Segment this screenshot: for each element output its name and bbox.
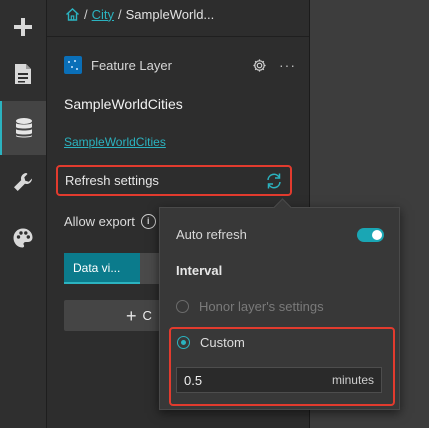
interval-input-wrapper: minutes <box>176 367 382 393</box>
divider <box>47 36 309 37</box>
interval-unit: minutes <box>331 373 374 387</box>
wrench-icon <box>14 172 33 191</box>
add-tool-button[interactable] <box>0 0 46 54</box>
settings-tool-button[interactable] <box>0 155 46 209</box>
breadcrumb-city-link[interactable]: City <box>92 7 114 22</box>
layer-name: SampleWorldCities <box>64 96 183 112</box>
feature-layer-icon <box>64 56 82 74</box>
page-icon <box>15 64 31 84</box>
info-icon[interactable]: i <box>140 214 156 229</box>
layer-source-link[interactable]: SampleWorldCities <box>64 135 166 149</box>
layer-header: Feature Layer ··· <box>64 55 296 75</box>
layer-actions: ··· <box>252 57 296 73</box>
auto-refresh-row: Auto refresh <box>176 227 384 242</box>
breadcrumb: / City / SampleWorld... <box>65 5 214 23</box>
allow-export-row: Allow export i <box>64 214 156 229</box>
interval-value-input[interactable] <box>184 372 294 388</box>
interval-title: Interval <box>176 263 223 278</box>
breadcrumb-separator: / <box>118 6 122 22</box>
data-tool-button[interactable] <box>0 101 46 155</box>
custom-radio[interactable] <box>177 336 190 349</box>
custom-option[interactable]: Custom <box>177 335 245 350</box>
custom-interval-box: Custom minutes <box>169 327 395 406</box>
home-icon[interactable] <box>65 7 80 22</box>
theme-tool-button[interactable] <box>0 211 46 265</box>
view-tabs: Data vi... <box>64 253 160 284</box>
honor-settings-radio[interactable] <box>176 300 189 313</box>
toggle-knob <box>372 229 382 240</box>
page-tool-button[interactable] <box>0 47 46 101</box>
breadcrumb-separator: / <box>84 6 88 22</box>
add-view-button[interactable]: + C <box>64 300 160 331</box>
plus-icon: + <box>126 305 137 326</box>
add-view-label: C <box>142 308 152 323</box>
refresh-icon[interactable] <box>265 172 283 190</box>
allow-export-label: Allow export <box>64 214 135 229</box>
palette-icon <box>13 228 33 248</box>
honor-settings-label: Honor layer's settings <box>199 299 324 314</box>
breadcrumb-current: SampleWorld... <box>125 6 215 22</box>
refresh-settings-popover: Auto refresh Interval Honor layer's sett… <box>159 198 400 410</box>
tool-rail <box>0 0 47 428</box>
plus-icon <box>14 18 32 36</box>
layer-type-label: Feature Layer <box>91 57 172 73</box>
refresh-settings-label: Refresh settings <box>65 173 159 188</box>
auto-refresh-label: Auto refresh <box>176 227 247 242</box>
custom-label: Custom <box>200 335 245 350</box>
tab-data-view[interactable]: Data vi... <box>64 253 140 284</box>
gear-icon[interactable] <box>252 58 267 73</box>
refresh-settings-row[interactable]: Refresh settings <box>56 165 292 196</box>
auto-refresh-toggle[interactable] <box>357 227 384 242</box>
more-options-icon[interactable]: ··· <box>279 57 296 73</box>
database-icon <box>16 118 32 138</box>
honor-settings-option[interactable]: Honor layer's settings <box>176 299 324 314</box>
